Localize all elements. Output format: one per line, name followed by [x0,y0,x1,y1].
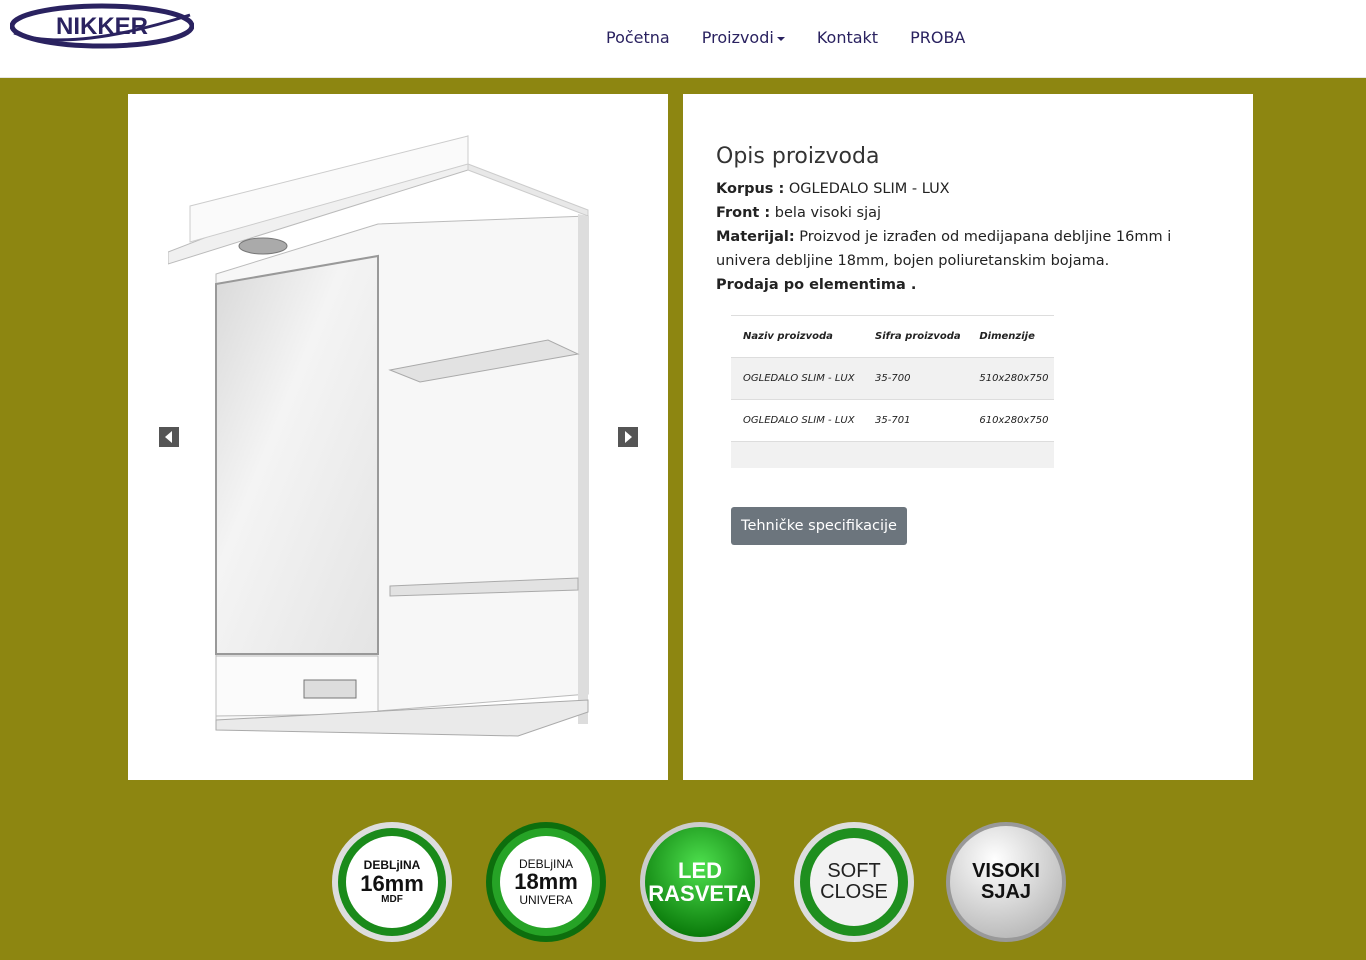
table-header: Dimenzije [967,315,1054,358]
table-cell: 35-700 [863,357,968,400]
nav-item-kontakt[interactable]: Kontakt [801,28,894,47]
materijal-label: Materijal: [716,229,795,245]
prodaja-text: Prodaja po elementima . [716,277,917,293]
badge-led-rasveta: LED RASVETA [638,820,762,944]
badge-visoki-sjaj: VISOKI SJAJ [944,820,1068,944]
badge-line2: RASVETA [648,881,752,906]
table-cell: OGLEDALO SLIM - LUX [731,357,864,400]
table-row: OGLEDALO SLIM - LUX 35-701 610x280x750 [731,399,1054,442]
badge-line2: SJAJ [980,881,1032,903]
table-header: Naziv proizvoda [731,315,864,358]
badge-18mm-univera: DEBLjINA 18mm UNIVERA [484,820,608,944]
badge-soft-close: SOFT CLOSE [792,820,916,944]
badge-16mm-mdf: DEBLjINA 16mm MDF [330,820,454,944]
badge-line1: LED [678,857,722,883]
korpus-line: Korpus : OGLEDALO SLIM - LUX [716,177,1226,201]
badge-line3: UNIVERA [519,892,573,907]
top-navbar: NIKKER Početna Proizvodi Kontakt PROBA [0,0,1366,78]
caret-down-icon [776,36,785,41]
nav-item-proizvodi-label: Proizvodi [701,28,774,47]
chevron-left-icon [165,431,172,443]
table-cell: 35-701 [863,399,968,442]
main-nav: Početna Proizvodi Kontakt PROBA [590,28,981,47]
badge-line1: SOFT [827,860,881,882]
badge-line3: MDF [381,893,403,905]
table-cell: 610x280x750 [967,399,1054,442]
table-cell: OGLEDALO SLIM - LUX [731,399,864,442]
product-table: Naziv proizvoda Sifra proizvoda Dimenzij… [731,315,1054,468]
prodaja-line: Prodaja po elementima . [716,273,1226,297]
badge-line2: 18mm [514,869,578,895]
table-header-row: Naziv proizvoda Sifra proizvoda Dimenzij… [731,315,1054,358]
description-block: Opis proizvoda Korpus : OGLEDALO SLIM - … [716,144,1226,297]
carousel-next-button[interactable] [618,427,638,447]
nav-item-proba[interactable]: PROBA [894,28,981,47]
badge-line2: CLOSE [820,881,888,903]
front-line: Front : bela visoki sjaj [716,201,1226,225]
product-description: Opis proizvoda Korpus : OGLEDALO SLIM - … [683,94,1253,780]
badge-line2: 16mm [360,870,424,896]
carousel-prev-button[interactable] [159,427,179,447]
product-gallery [128,94,668,780]
front-value: bela visoki sjaj [770,205,882,221]
materijal-line: Materijal: Proizvod je izrađen od medija… [716,225,1226,273]
product-image [168,135,589,737]
nav-item-pocetna[interactable]: Početna [590,28,686,47]
table-row: OGLEDALO SLIM - LUX 35-700 510x280x750 [731,357,1054,400]
nav-item-proizvodi[interactable]: Proizvodi [686,28,801,47]
feature-badges: DEBLjINA 16mm MDF DEBLjINA 18mm UNIVERA [330,820,1070,946]
tech-specs-button[interactable]: Tehničke specifikacije [731,507,907,545]
table-header: Sifra proizvoda [863,315,968,358]
front-label: Front : [716,205,771,221]
nikker-logo[interactable]: NIKKER [9,3,195,49]
table-row-empty [731,441,1054,468]
logo-text: NIKKER [56,13,148,40]
korpus-value: OGLEDALO SLIM - LUX [784,181,950,197]
badge-line1: VISOKI [972,860,1040,882]
chevron-right-icon [625,431,632,443]
badge-line1: DEBLjINA [363,857,421,872]
section-title: Opis proizvoda [716,144,880,169]
korpus-label: Korpus : [716,181,785,197]
table-cell: 510x280x750 [967,357,1054,400]
